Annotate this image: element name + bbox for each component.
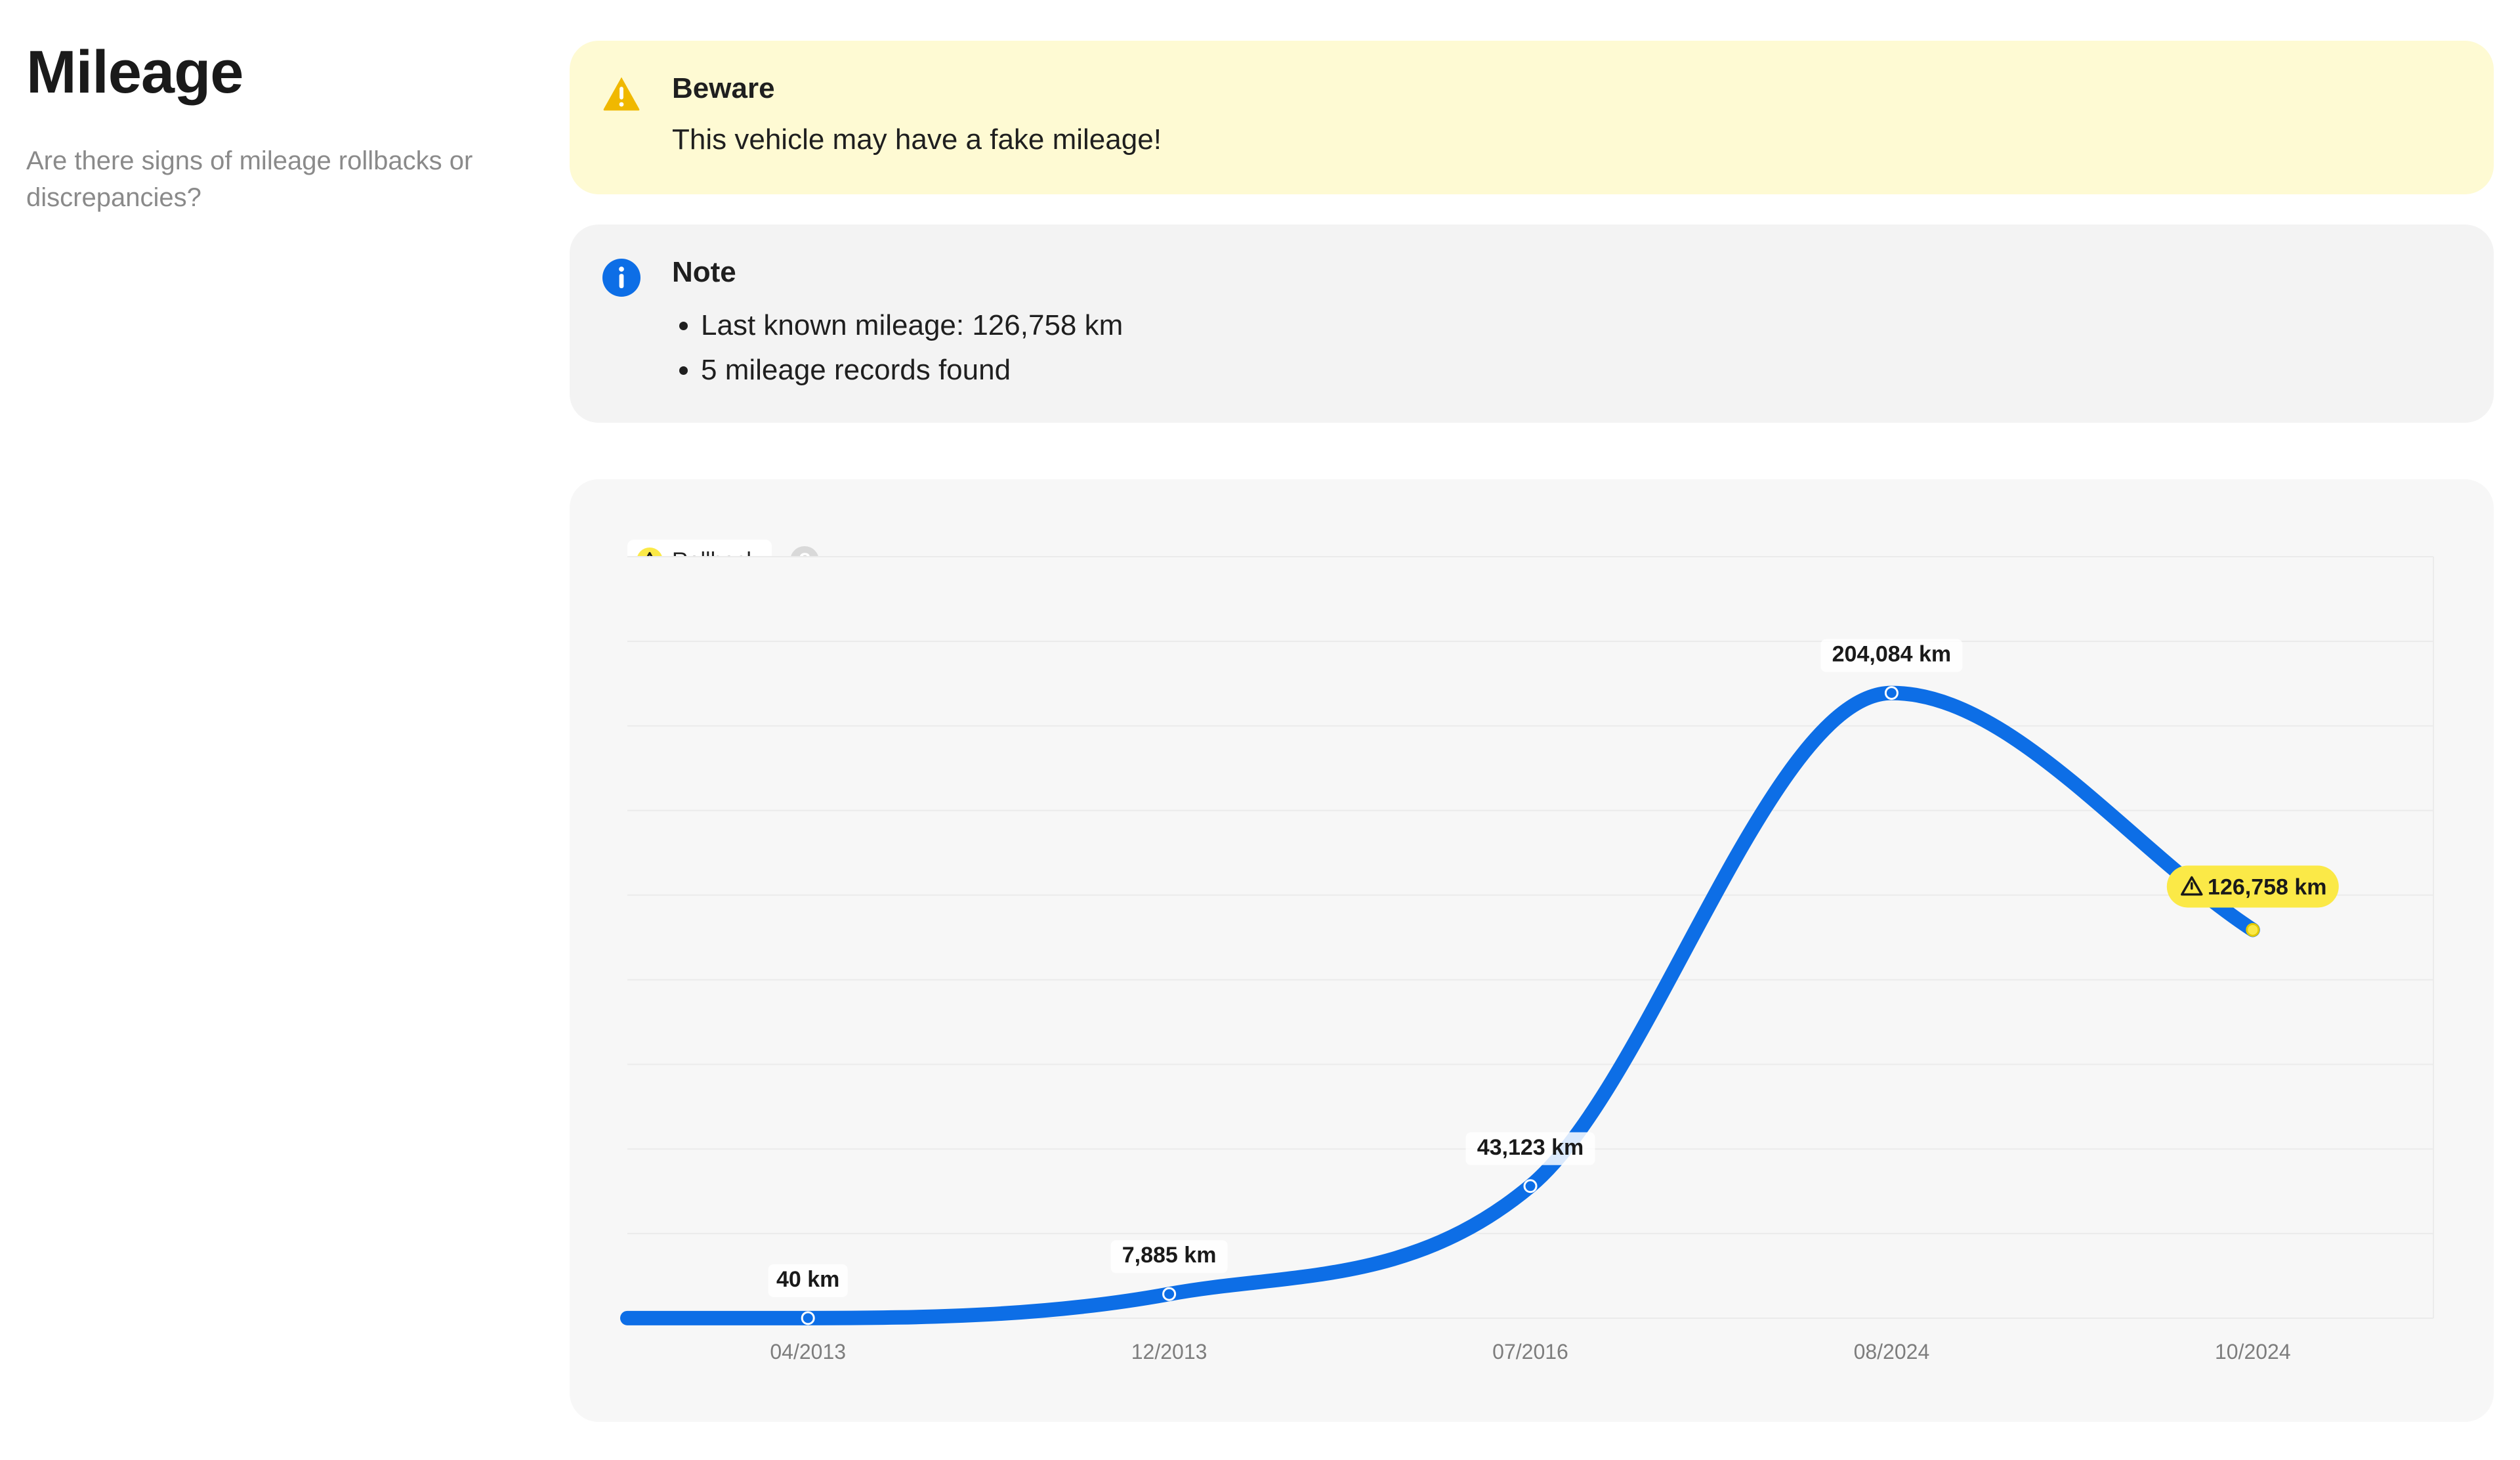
data-label-rollback: 126,758 km — [2208, 874, 2327, 899]
note-item-last-mileage: Last known mileage: 126,758 km — [701, 303, 1123, 348]
warning-triangle-icon — [603, 77, 640, 111]
data-point — [1162, 1287, 1177, 1301]
data-point — [801, 1311, 815, 1325]
info-icon — [602, 259, 640, 297]
x-tick-label: 08/2024 — [1854, 1340, 1930, 1363]
note-title: Note — [672, 256, 736, 288]
data-point — [2246, 922, 2260, 937]
section-header: Mileage Are there signs of mileage rollb… — [26, 39, 525, 216]
warning-text: This vehicle may have a fake mileage! — [672, 123, 1162, 156]
x-tick-label: 10/2024 — [2215, 1340, 2291, 1363]
note-item-record-count: 5 mileage records found — [701, 348, 1123, 393]
page-title: Mileage — [26, 39, 243, 106]
data-label: 43,123 km — [1477, 1135, 1584, 1160]
note-alert: Note Last known mileage: 126,758 km 5 mi… — [570, 225, 2494, 423]
data-label: 40 km — [776, 1267, 839, 1292]
data-label: 7,885 km — [1122, 1243, 1217, 1268]
warning-title: Beware — [672, 72, 775, 104]
mileage-chart-card: Rollback ? 40 km04/20137,885 km12/201343… — [570, 479, 2494, 1422]
x-tick-label: 04/2013 — [770, 1340, 846, 1363]
x-tick-label: 12/2013 — [1131, 1340, 1208, 1363]
page-subtitle: Are there signs of mileage rollbacks or … — [26, 146, 473, 213]
x-tick-label: 07/2016 — [1492, 1340, 1568, 1363]
warning-alert: Beware This vehicle may have a fake mile… — [570, 41, 2494, 194]
data-point — [1884, 686, 1899, 700]
mileage-line-chart: 40 km 04/2013 7,885 km 12/2013 43,123 km 07/2… — [620, 556, 2434, 1363]
note-list: Last known mileage: 126,758 km 5 mileage… — [672, 303, 1123, 393]
data-point — [1523, 1179, 1538, 1193]
plot-area — [627, 557, 2433, 1318]
data-label: 204,084 km — [1832, 642, 1952, 667]
alerts-column: Beware This vehicle may have a fake mile… — [570, 41, 2494, 423]
